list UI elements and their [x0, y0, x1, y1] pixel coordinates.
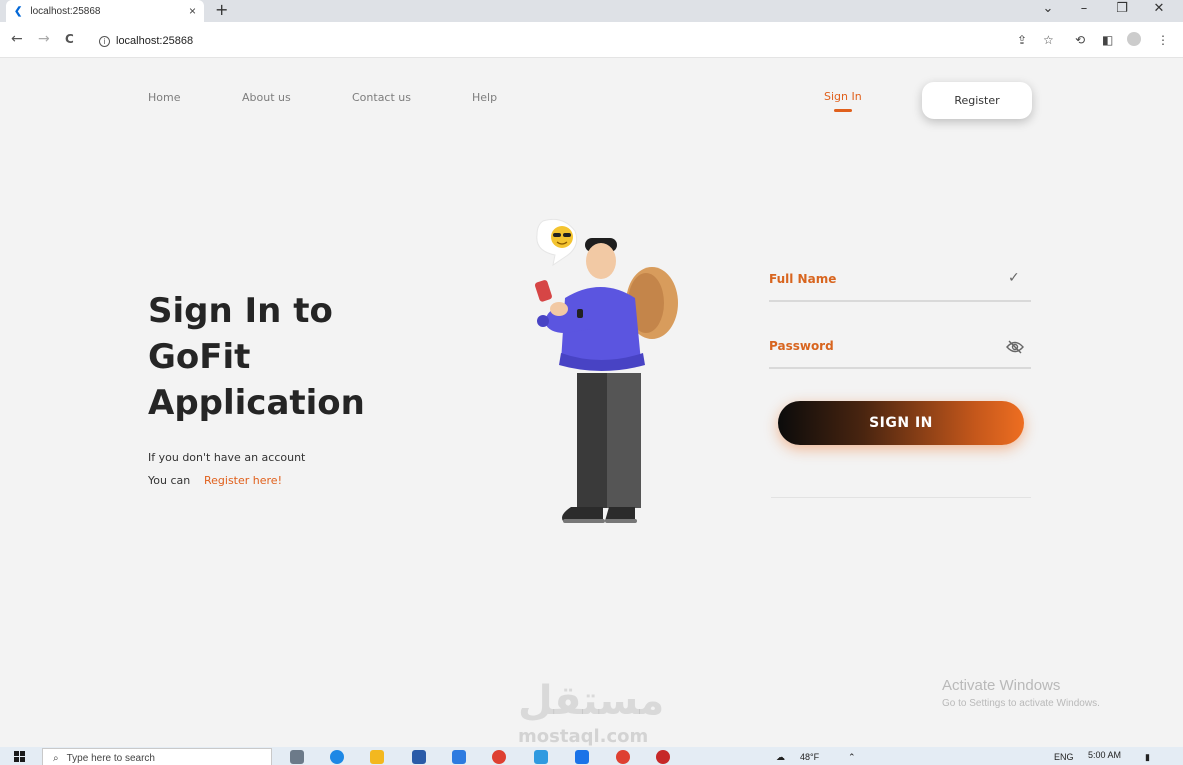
register-here-link[interactable]: Register here! [204, 474, 282, 487]
windows-start-icon[interactable] [14, 751, 26, 763]
language-indicator[interactable]: ENG [1054, 752, 1074, 762]
browser-tab-strip: ❮ localhost:25868 × + ⌄ – ❐ ✕ [0, 0, 1183, 22]
nav-sign-in-link[interactable]: Sign In [824, 90, 862, 103]
chrome-active-icon[interactable] [616, 750, 630, 764]
back-button[interactable]: ← [11, 30, 23, 48]
search-placeholder: Type here to search [66, 752, 155, 764]
show-hidden-icons-icon[interactable]: ⌃ [848, 752, 856, 763]
reload-button[interactable]: C [65, 30, 74, 48]
nav-help-link[interactable]: Help [472, 91, 497, 104]
password-field[interactable] [769, 331, 999, 361]
task-view-icon[interactable] [290, 750, 304, 764]
taskbar-search-input[interactable]: ⌕ Type here to search [42, 748, 272, 765]
file-explorer-icon[interactable] [370, 750, 384, 764]
you-can-text: You can [148, 474, 191, 487]
share-icon[interactable]: ⇪ [1017, 32, 1027, 48]
page-title: Sign In to GoFit Application [148, 288, 365, 426]
nav-home-link[interactable]: Home [148, 91, 180, 104]
app-icon[interactable] [534, 750, 548, 764]
address-bar[interactable]: i localhost:25868 [90, 29, 1010, 53]
no-account-text: If you don't have an account [148, 451, 306, 464]
title-line-3: Application [148, 383, 365, 423]
restore-button[interactable]: ❐ [1110, 0, 1134, 20]
active-tab-indicator [834, 109, 852, 112]
check-icon: ✓ [1008, 270, 1020, 286]
password-underline [769, 367, 1031, 369]
forward-button[interactable]: → [38, 30, 50, 48]
edge-icon[interactable] [330, 750, 344, 764]
tab-search-icon[interactable]: ⌄ [1036, 0, 1060, 20]
title-line-2: GoFit [148, 337, 251, 377]
browser-tab[interactable]: ❮ localhost:25868 × [6, 0, 204, 22]
vscode-icon[interactable] [575, 750, 589, 764]
activate-windows-subtitle: Go to Settings to activate Windows. [942, 698, 1100, 709]
sidepanel-icon[interactable]: ◧ [1102, 32, 1113, 48]
full-name-underline [769, 300, 1031, 302]
tab-title: localhost:25868 [30, 5, 101, 17]
full-name-field[interactable] [769, 264, 1031, 294]
title-line-1: Sign In to [148, 291, 333, 331]
register-button[interactable]: Register [922, 82, 1032, 119]
profile-icon[interactable] [1127, 32, 1141, 46]
extensions-icon[interactable]: ⟲ [1075, 32, 1085, 48]
sign-in-button[interactable]: SIGN IN [778, 401, 1024, 445]
nav-contact-link[interactable]: Contact us [352, 91, 411, 104]
nav-about-link[interactable]: About us [242, 91, 291, 104]
tab-close-icon[interactable]: × [189, 4, 196, 18]
clock-time[interactable]: 5:00 AM [1088, 750, 1121, 760]
emoji-bubble-icon [536, 218, 578, 267]
temperature-text: 48°F [800, 752, 820, 762]
chrome-icon[interactable] [492, 750, 506, 764]
weather-icon[interactable]: ☁ [776, 752, 785, 763]
flutter-favicon-icon: ❮ [14, 5, 23, 17]
windows-taskbar: ⌕ Type here to search ☁ 48°F ⌃ ENG 5:00 … [0, 747, 1183, 765]
site-info-icon[interactable]: i [99, 35, 110, 47]
app-page: Home About us Contact us Help Sign In Re… [0, 58, 1180, 747]
watermark-arabic: مستقل [518, 678, 665, 724]
minimize-button[interactable]: – [1072, 0, 1096, 20]
eye-off-icon[interactable] [1006, 340, 1024, 354]
search-icon: ⌕ [53, 752, 59, 764]
store-icon[interactable] [412, 750, 426, 764]
activate-windows-title: Activate Windows [942, 677, 1061, 694]
form-divider [771, 497, 1031, 498]
url-text: localhost:25868 [116, 35, 194, 47]
recorder-icon[interactable] [656, 750, 670, 764]
photos-icon[interactable] [452, 750, 466, 764]
star-icon[interactable]: ☆ [1043, 32, 1054, 48]
person-with-phone-illustration [534, 218, 678, 523]
close-window-button[interactable]: ✕ [1147, 0, 1171, 20]
watermark-latin: mostaql.com [518, 726, 649, 747]
new-tab-button[interactable]: + [215, 0, 228, 20]
menu-icon[interactable]: ⋮ [1157, 32, 1169, 48]
notifications-icon[interactable]: ▮ [1145, 752, 1150, 763]
